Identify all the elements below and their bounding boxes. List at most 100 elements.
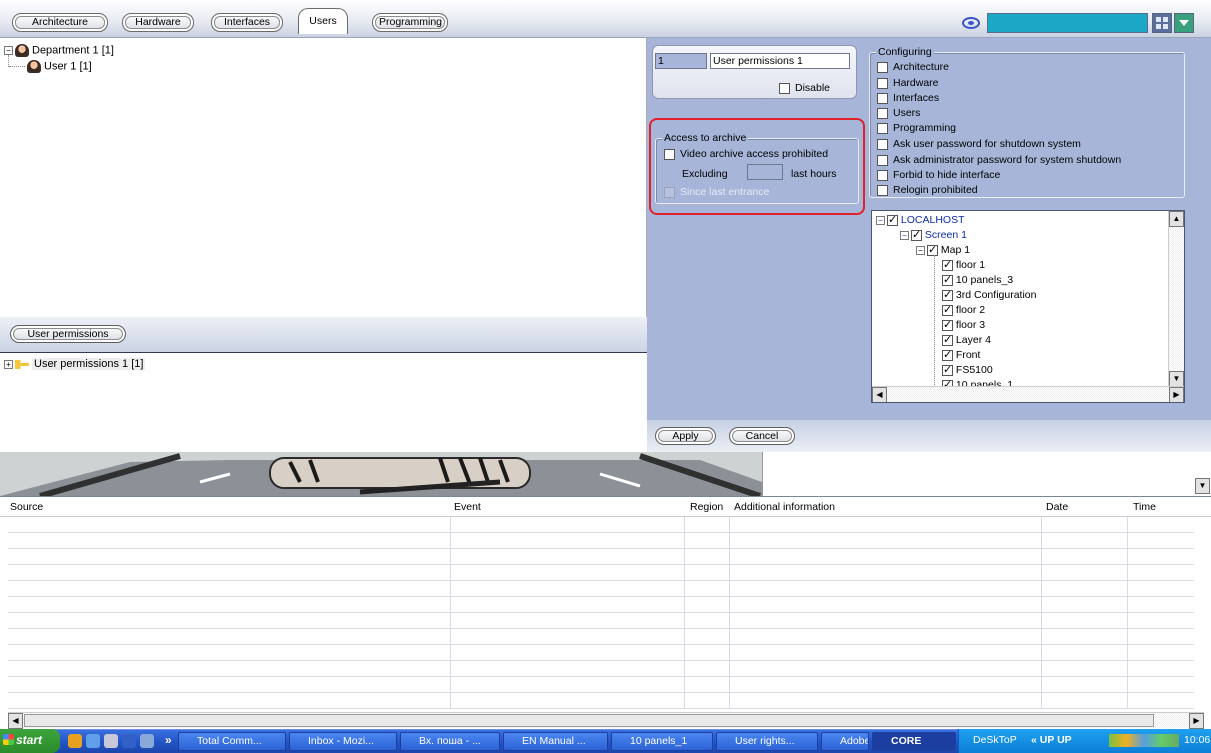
objects-tree[interactable]: − LOCALHOST − Screen 1 − Map 1 floor 1 1…	[871, 210, 1185, 403]
checkbox[interactable]	[942, 363, 953, 376]
taskbar-item[interactable]: Inbox - Mozi...	[289, 732, 397, 751]
users-tree[interactable]: − Department 1 [1] User 1 [1]	[0, 38, 647, 317]
checkbox[interactable]	[877, 92, 888, 104]
checkbox[interactable]	[877, 138, 888, 150]
scroll-left-icon[interactable]: ◀	[872, 387, 887, 402]
tree-node-layer[interactable]: 3rd Configuration	[942, 288, 1036, 301]
config-item-interfaces[interactable]: Interfaces	[877, 92, 939, 104]
tree-node-layer[interactable]: floor 2	[942, 303, 985, 316]
column-event[interactable]: Event	[454, 501, 481, 513]
user-permissions-button[interactable]: User permissions	[10, 325, 126, 343]
tree-node-layer[interactable]: Front	[942, 348, 980, 361]
column-source[interactable]: Source	[10, 501, 43, 513]
document-icon[interactable]	[140, 734, 154, 748]
desktop-toolbar-label[interactable]: DeSkToP	[973, 729, 1017, 752]
tab-architecture[interactable]: Architecture	[12, 13, 108, 32]
tab-hardware[interactable]: Hardware	[122, 13, 194, 32]
tree-node-layer[interactable]: Layer 4	[942, 333, 991, 346]
scroll-thumb[interactable]	[24, 714, 1154, 727]
table-row[interactable]	[8, 565, 1194, 581]
tree-horizontal-scrollbar[interactable]: ◀ ▶	[872, 386, 1184, 402]
table-row[interactable]	[8, 597, 1194, 613]
ie-icon[interactable]	[86, 734, 100, 748]
tree-node-layer[interactable]: floor 1	[942, 258, 985, 271]
checkbox[interactable]	[911, 228, 922, 241]
table-row[interactable]	[8, 645, 1194, 661]
checkbox[interactable]	[942, 348, 953, 361]
start-button[interactable]: start	[0, 729, 60, 753]
checkbox[interactable]	[942, 273, 953, 286]
scroll-right-icon[interactable]: ▶	[1169, 387, 1184, 402]
tree-vertical-scrollbar[interactable]: ▲ ▼	[1168, 211, 1184, 387]
checkbox[interactable]	[877, 154, 888, 166]
permission-id-field[interactable]: 1	[655, 53, 707, 69]
table-row[interactable]	[8, 629, 1194, 645]
column-region[interactable]: Region	[690, 501, 723, 513]
collapse-toggle-icon[interactable]: −	[900, 230, 909, 240]
checkbox[interactable]	[942, 318, 953, 331]
table-row[interactable]	[8, 533, 1194, 549]
tree-node-screen[interactable]: − Screen 1	[900, 228, 967, 241]
taskbar-item[interactable]: Adobe Acro...	[821, 732, 869, 751]
config-item-architecture[interactable]: Architecture	[877, 61, 949, 73]
tray-icons[interactable]: « UP UP	[1031, 729, 1072, 752]
scroll-down-icon[interactable]: ▼	[1195, 478, 1210, 494]
table-row[interactable]	[8, 677, 1194, 693]
column-date[interactable]: Date	[1046, 501, 1068, 513]
tree-node-layer[interactable]: floor 3	[942, 318, 985, 331]
checkbox[interactable]	[877, 61, 888, 73]
config-item-relogin[interactable]: Relogin prohibited	[877, 184, 978, 196]
permission-name-field[interactable]: User permissions 1	[710, 53, 850, 69]
quicklaunch-chevron-icon[interactable]: »	[165, 733, 172, 747]
collapse-button[interactable]	[1174, 13, 1194, 33]
permission-node[interactable]: + User permissions 1 [1]	[4, 358, 146, 370]
checkbox[interactable]	[942, 258, 953, 271]
table-row[interactable]	[8, 581, 1194, 597]
tray-app-icons[interactable]	[1109, 734, 1179, 747]
table-row[interactable]	[8, 693, 1194, 709]
cancel-button[interactable]: Cancel	[729, 427, 795, 445]
checkbox[interactable]	[927, 243, 938, 256]
checkbox[interactable]	[877, 77, 888, 89]
permissions-tree[interactable]: + User permissions 1 [1]	[0, 352, 647, 452]
tool-icon[interactable]	[104, 734, 118, 748]
taskbar-item[interactable]: 10 panels_1	[611, 732, 713, 751]
scroll-left-icon[interactable]: ◀	[8, 713, 23, 729]
disable-checkbox[interactable]	[779, 82, 790, 94]
checkbox[interactable]	[877, 184, 888, 196]
tab-users[interactable]: Users	[298, 8, 348, 34]
apply-button[interactable]: Apply	[655, 427, 716, 445]
scroll-down-icon[interactable]: ▼	[1169, 371, 1184, 387]
config-item-ask-admin-password[interactable]: Ask administrator password for system sh…	[877, 154, 1121, 166]
checkbox[interactable]	[877, 169, 888, 181]
collapse-toggle-icon[interactable]: −	[916, 245, 925, 255]
checkbox[interactable]	[887, 213, 898, 226]
config-item-forbid-hide[interactable]: Forbid to hide interface	[877, 169, 1000, 181]
disable-checkbox-row[interactable]: Disable	[779, 82, 830, 94]
taskbar-item[interactable]: Total Comm...	[178, 732, 286, 751]
config-item-hardware[interactable]: Hardware	[877, 77, 939, 89]
config-item-users[interactable]: Users	[877, 107, 920, 119]
expand-toggle-icon[interactable]: +	[4, 359, 13, 369]
checkbox[interactable]	[942, 303, 953, 316]
taskbar-item-active[interactable]: CORE	[872, 732, 956, 751]
table-row[interactable]	[8, 549, 1194, 565]
collapse-toggle-icon[interactable]: −	[876, 215, 885, 225]
events-horizontal-scrollbar[interactable]: ◀ ▶	[8, 712, 1204, 729]
tree-node-map[interactable]: − Map 1	[916, 243, 970, 256]
taskbar-item[interactable]: User rights...	[716, 732, 818, 751]
checkbox[interactable]	[877, 122, 888, 134]
taskbar-item[interactable]: Вх. пошa - ...	[400, 732, 500, 751]
tree-node-layer[interactable]: FS5100	[942, 363, 993, 376]
tab-programming[interactable]: Programming	[372, 13, 448, 32]
map-view[interactable]	[0, 452, 762, 496]
checkbox[interactable]	[942, 333, 953, 346]
table-row[interactable]	[8, 517, 1194, 533]
save-icon[interactable]	[122, 734, 136, 748]
column-time[interactable]: Time	[1133, 501, 1156, 513]
collapse-toggle-icon[interactable]: −	[4, 46, 13, 55]
config-item-ask-user-password[interactable]: Ask user password for shutdown system	[877, 138, 1081, 150]
column-additional-information[interactable]: Additional information	[734, 501, 835, 513]
scroll-right-icon[interactable]: ▶	[1189, 713, 1204, 729]
user-node[interactable]: User 1 [1]	[27, 60, 92, 73]
